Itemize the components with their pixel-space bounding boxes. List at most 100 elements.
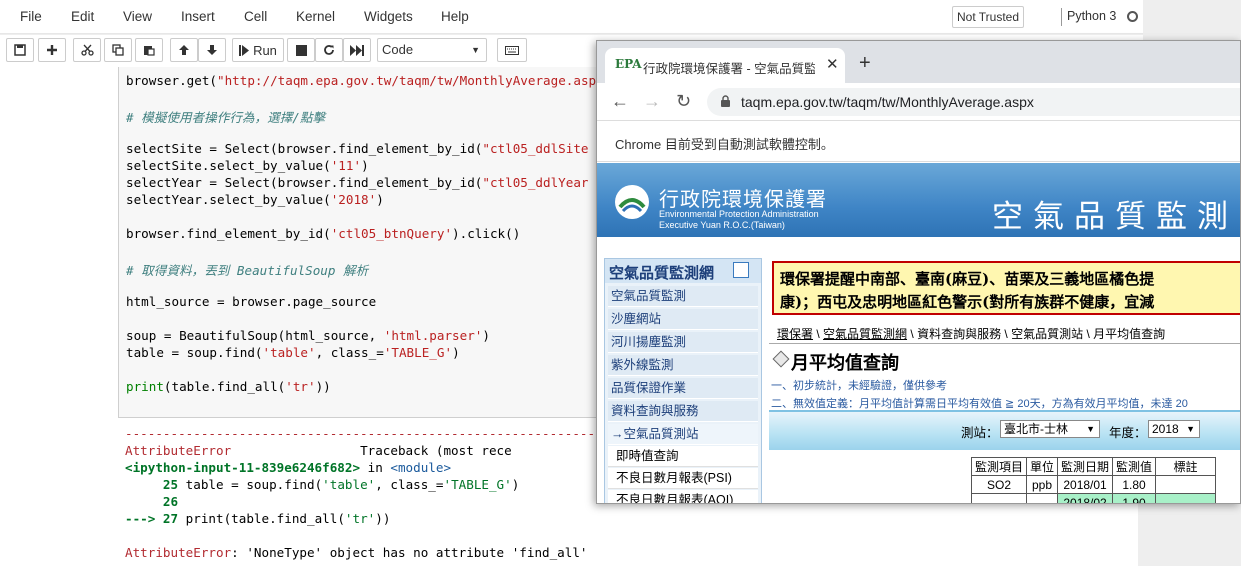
sidebar-item-stations[interactable]: →空氣品質測站 (608, 424, 758, 445)
sidebar-item-air-quality[interactable]: 空氣品質監測 (608, 286, 758, 307)
keyboard-icon (505, 45, 519, 55)
code-line: table = soup.find('table', class_='TABLE… (126, 345, 460, 360)
menu-view[interactable]: View (123, 9, 152, 24)
breadcrumb-item: 空氣品質測站 (1011, 327, 1084, 341)
alert-marquee: 環保署提醒中南部、臺南(麻豆)、苗栗及三義地區橘色提 康)；西屯及忠明地區紅色警… (772, 261, 1240, 315)
menu-widgets[interactable]: Widgets (364, 9, 413, 24)
menu-kernel[interactable]: Kernel (296, 9, 335, 24)
error-message-line: AttributeError: 'NoneType' object has no… (125, 545, 588, 560)
sidebar-item-river-dust[interactable]: 河川揚塵監測 (608, 332, 758, 353)
paste-button[interactable] (135, 38, 163, 62)
cell-type-value: Code (382, 42, 414, 57)
sidebar-item-qa[interactable]: 品質保證作業 (608, 378, 758, 399)
menu-cell[interactable]: Cell (244, 9, 267, 24)
insert-cell-button[interactable] (38, 38, 66, 62)
browser-tab[interactable]: EPA 行政院環境保護署 - 空氣品質監測網 ✕ (605, 48, 845, 83)
code-line: print(table.find_all('tr')) (126, 379, 331, 394)
run-button[interactable]: Run (232, 38, 284, 62)
table-cell (1155, 475, 1217, 494)
epa-favicon: EPA (615, 57, 642, 71)
code-line: browser.get("http://taqm.epa.gov.tw/taqm… (126, 73, 604, 88)
line-number: 25 (125, 477, 186, 492)
restart-button[interactable] (315, 38, 343, 62)
epa-org-name-en: Environmental Protection Administration (659, 209, 819, 219)
command-palette-button[interactable] (497, 38, 527, 62)
code-comment: # 取得資料，丟到 BeautifulSoup 解析 (126, 263, 369, 278)
traceback-location: <ipython-input-11-839e6246f682> in <modu… (125, 460, 451, 475)
site-select[interactable]: 臺北市-士林 ▼ (1000, 420, 1100, 438)
year-select[interactable]: 2018 ▼ (1148, 420, 1200, 438)
fast-forward-icon (350, 44, 364, 56)
monthly-average-table: 監測項目 單位 監測日期 監測值 標註 SO2 ppb 2018/01 1.80… (970, 457, 1217, 503)
interrupt-button[interactable] (287, 38, 315, 62)
paste-icon (144, 46, 155, 56)
traceback-rule: ----------------------------------------… (125, 426, 611, 441)
sidebar-item-dust[interactable]: 沙塵網站 (608, 309, 758, 330)
new-tab-icon[interactable]: + (859, 52, 871, 75)
divider (769, 343, 1240, 344)
sidebar-subitem-realtime[interactable]: 即時值查詢 (608, 446, 758, 467)
code-line: selectYear = Select(browser.find_element… (126, 175, 589, 190)
traceback-line-25: 25 table = soup.find('table', class_='TA… (125, 477, 520, 492)
note-line: 一、初步統計，未經驗證，僅供參考 (771, 380, 947, 392)
reload-icon[interactable]: ↻ (676, 91, 691, 112)
sidebar-subitem-psi[interactable]: 不良日數月報表(PSI) (608, 468, 758, 489)
code-line: html_source = browser.page_source (126, 294, 377, 309)
sidebar-item-uv[interactable]: 紫外線監測 (608, 355, 758, 376)
table-row: 2018/02 1.90 (970, 493, 1217, 503)
copy-button[interactable] (104, 38, 132, 62)
move-up-button[interactable] (170, 38, 198, 62)
table-cell (1026, 493, 1059, 503)
epa-banner: 行政院環境保護署 Environmental Protection Admini… (597, 163, 1240, 237)
table-header: 監測日期 (1057, 457, 1114, 476)
tab-title: 行政院環境保護署 - 空氣品質監測網 (643, 62, 815, 76)
menu-file[interactable]: File (20, 9, 42, 24)
save-button[interactable] (6, 38, 34, 62)
cell-type-select[interactable]: Code ▼ (377, 38, 487, 62)
title-marker-icon (772, 350, 790, 368)
error-arrow: ---> 27 (125, 511, 186, 526)
breadcrumb-link[interactable]: 空氣品質監測網 (823, 327, 907, 341)
copy-icon (112, 44, 124, 56)
table-cell: 2018/01 (1057, 475, 1114, 494)
menu-edit[interactable]: Edit (71, 9, 94, 24)
in-word: in (360, 460, 391, 475)
kernel-status-icon (1127, 11, 1138, 22)
code-line: browser.find_element_by_id('ctl05_btnQue… (126, 226, 521, 241)
table-cell: 1.90 (1112, 493, 1157, 503)
menu-insert[interactable]: Insert (181, 9, 215, 24)
page-title: 月平均值查詢 (791, 353, 899, 373)
sidebar-subitem-aqi[interactable]: 不良日數月報表(AQI) (608, 490, 758, 503)
code-line: soup = BeautifulSoup(html_source, 'html.… (126, 328, 490, 343)
error-name: AttributeError (125, 545, 232, 560)
table-header: 單位 (1026, 457, 1059, 476)
trust-status-button[interactable]: Not Trusted (952, 6, 1024, 28)
stop-icon (295, 44, 307, 56)
year-select-value: 2018 (1152, 422, 1179, 436)
save-icon (14, 44, 26, 56)
epa-logo (615, 185, 649, 219)
omnibox[interactable]: taqm.epa.gov.tw/taqm/tw/MonthlyAverage.a… (707, 88, 1240, 116)
epa-sidebar: 空氣品質監測網 空氣品質監測 沙塵網站 河川揚塵監測 紫外線監測 品質保證作業 … (604, 258, 762, 503)
sidebar-item-data-service[interactable]: 資料查詢與服務 (608, 401, 758, 422)
menu-help[interactable]: Help (441, 9, 469, 24)
back-icon[interactable]: ← (611, 91, 629, 112)
sidebar-title: 空氣品質監測網 (609, 265, 715, 282)
table-cell: ppb (1026, 475, 1059, 494)
cut-button[interactable] (73, 38, 101, 62)
move-down-button[interactable] (198, 38, 226, 62)
error-name: AttributeError (125, 443, 232, 458)
forward-icon[interactable]: → (643, 91, 661, 112)
kernel-separator (1061, 8, 1062, 26)
traceback-line-26: 26 (125, 494, 179, 509)
restart-run-all-button[interactable] (343, 38, 371, 62)
url-text: taqm.epa.gov.tw/taqm/tw/MonthlyAverage.a… (741, 94, 1034, 110)
close-icon[interactable]: ✕ (826, 55, 839, 73)
table-cell (1155, 493, 1217, 503)
breadcrumb-link[interactable]: 環保署 (777, 327, 813, 341)
code-line: selectSite.select_by_value('11') (126, 158, 369, 173)
chevron-down-icon: ▼ (1086, 424, 1095, 434)
error-message: : 'NoneType' object has no attribute 'fi… (231, 545, 588, 560)
code-comment: # 模擬使用者操作行為，選擇/點擊 (126, 110, 326, 125)
query-bar: 測站： 臺北市-士林 ▼ 年度： 2018 ▼ (769, 410, 1240, 450)
